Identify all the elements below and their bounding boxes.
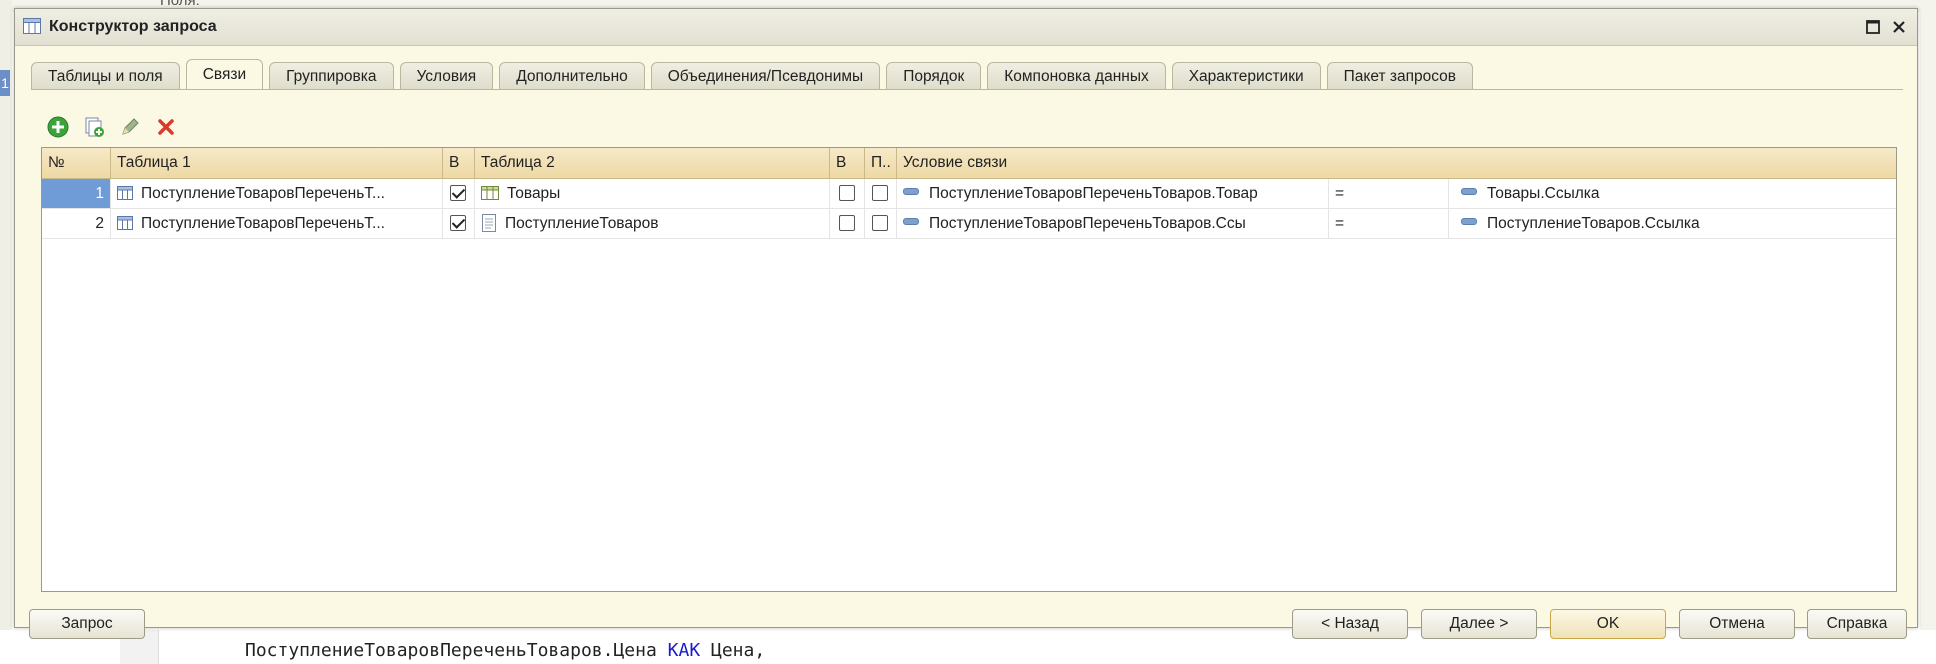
background-code-line: ПоступлениеТоваровПереченьТоваров.Цена К… [245,640,765,661]
links-toolbar [45,113,179,141]
pencil-icon [122,118,139,135]
background-editor-left: 1 [0,0,12,664]
all2-checkbox[interactable] [839,215,855,231]
table-icon [117,185,133,200]
table2-cell[interactable]: Товары [475,179,830,208]
column-header-number[interactable]: № [42,148,111,178]
cancel-button[interactable]: Отмена [1679,609,1795,639]
document-icon [482,213,496,232]
left-field-cell[interactable]: ПоступлениеТоваровПереченьТоваров.Ссы [897,209,1329,238]
all2-cell [830,209,865,238]
operator-cell[interactable]: = [1329,209,1449,238]
tab-data-composition[interactable]: Компоновка данных [987,62,1166,89]
catalog-table-icon [481,185,499,200]
column-header-required[interactable]: П.. [865,148,897,178]
dialog-titlebar[interactable]: Конструктор запроса [15,9,1917,46]
close-button[interactable] [1887,15,1911,39]
add-link-button[interactable] [45,114,71,140]
table-icon [117,215,133,230]
ok-button[interactable]: OK [1550,609,1666,639]
table1-name: ПоступлениеТоваровПереченьТ... [141,215,385,232]
field-icon [903,188,919,196]
required-checkbox[interactable] [872,215,888,231]
maximize-icon [1866,20,1880,34]
background-editor-right [1920,0,1936,664]
right-field-cell[interactable]: Товары.Ссылка [1449,179,1896,208]
row-number: 2 [42,209,111,238]
all2-checkbox[interactable] [839,185,855,201]
tab-advanced[interactable]: Дополнительно [499,62,645,89]
links-table-header: № Таблица 1 В Таблица 2 В П.. Условие св… [42,148,1896,179]
column-header-all1[interactable]: В [443,148,475,178]
tab-characteristics[interactable]: Характеристики [1171,62,1321,89]
right-field-name: Товары.Ссылка [1487,185,1600,202]
table1-cell[interactable]: ПоступлениеТоваровПереченьТ... [111,179,443,208]
all1-cell [443,209,475,238]
tab-conditions[interactable]: Условия [399,62,494,89]
all1-checkbox[interactable] [450,185,466,201]
all2-cell [830,179,865,208]
tab-unions-aliases[interactable]: Объединения/Псевдонимы [650,62,881,89]
add-icon [47,116,69,138]
code-text-tail: Цена, [700,640,766,661]
maximize-button[interactable] [1861,15,1885,39]
tab-query-batch[interactable]: Пакет запросов [1326,62,1474,89]
delete-link-button[interactable] [153,114,179,140]
left-field-name: ПоступлениеТоваровПереченьТоваров.Ссы [929,215,1246,232]
column-header-table2[interactable]: Таблица 2 [475,148,830,178]
table-row[interactable]: 2 ПоступлениеТоваровПереченьТ... Поступл… [42,209,1896,239]
table-icon [23,18,41,34]
back-button[interactable]: < Назад [1292,609,1408,639]
close-icon [1893,21,1905,33]
tab-order[interactable]: Порядок [886,62,982,89]
right-field-name: ПоступлениеТоваров.Ссылка [1487,215,1700,232]
all1-cell [443,179,475,208]
help-button[interactable]: Справка [1807,609,1907,639]
table2-name: ПоступлениеТоваров [505,215,659,232]
table2-name: Товары [507,185,561,202]
left-field-name: ПоступлениеТоваровПереченьТоваров.Товар [929,185,1258,202]
all1-checkbox[interactable] [450,215,466,231]
delete-icon [158,119,174,135]
operator-cell[interactable]: = [1329,179,1449,208]
field-icon [903,218,919,226]
query-builder-dialog: Конструктор запроса Таблицы и поля Связи… [14,8,1918,639]
table-row[interactable]: 1 ПоступлениеТоваровПереченьТ... Товары … [42,179,1896,209]
right-field-cell[interactable]: ПоступлениеТоваров.Ссылка [1449,209,1896,238]
required-checkbox[interactable] [872,185,888,201]
tab-links[interactable]: Связи [185,59,264,89]
field-icon [1461,188,1477,196]
edit-link-button[interactable] [117,114,143,140]
table2-cell[interactable]: ПоступлениеТоваров [475,209,830,238]
links-table[interactable]: № Таблица 1 В Таблица 2 В П.. Условие св… [41,147,1897,592]
code-text: ПоступлениеТоваровПереченьТоваров.Цена [245,640,668,661]
tab-tables-and-fields[interactable]: Таблицы и поля [31,62,180,89]
copy-link-button[interactable] [81,114,107,140]
left-field-cell[interactable]: ПоступлениеТоваровПереченьТоваров.Товар [897,179,1329,208]
table1-cell[interactable]: ПоступлениеТоваровПереченьТ... [111,209,443,238]
tab-bar: Таблицы и поля Связи Группировка Условия… [31,59,1474,89]
tab-grouping[interactable]: Группировка [269,62,394,89]
row-number: 1 [42,179,111,208]
dialog-title: Конструктор запроса [49,18,217,35]
column-header-table1[interactable]: Таблица 1 [111,148,443,178]
next-button[interactable]: Далее > [1421,609,1537,639]
background-left-marker: 1 [0,70,10,96]
code-keyword: КАК [667,640,701,661]
column-header-all2[interactable]: В [830,148,865,178]
required-cell [865,179,897,208]
field-icon [1461,218,1477,226]
table1-name: ПоступлениеТоваровПереченьТ... [141,185,385,202]
copy-icon [85,117,104,137]
required-cell [865,209,897,238]
query-button[interactable]: Запрос [29,609,145,639]
column-header-condition[interactable]: Условие связи [897,148,1896,178]
